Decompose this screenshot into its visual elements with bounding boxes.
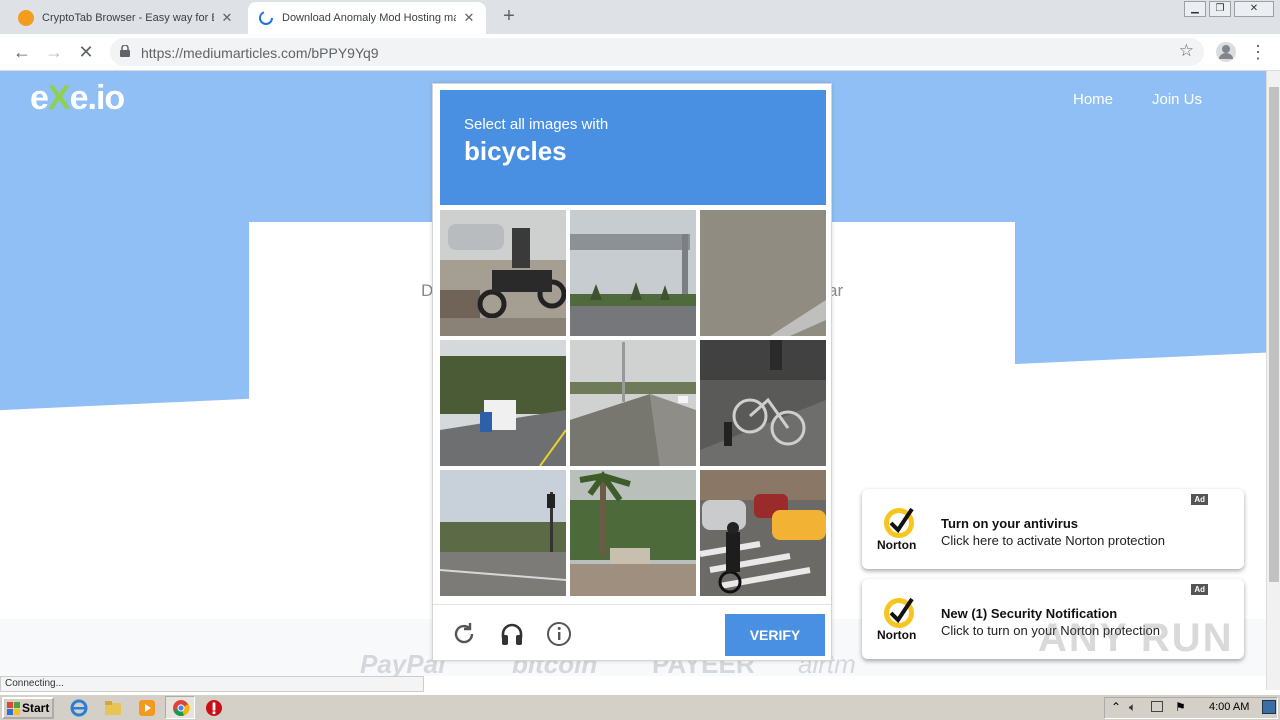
verify-button[interactable]: VERIFY	[725, 614, 825, 656]
cryptotab-favicon-icon	[18, 10, 34, 26]
captcha-tile-parked-bicycle[interactable]	[700, 340, 826, 466]
nav-join-link[interactable]: Join Us	[1152, 91, 1202, 108]
address-bar[interactable]: https://mediumarticles.com/bPPY9Yq9 ☆	[110, 38, 1204, 66]
show-hidden-icons-icon[interactable]: ⌃	[1111, 700, 1121, 714]
tab-download-anomaly[interactable]: Download Anomaly Mod Hosting ma: ✕	[248, 2, 486, 34]
ad-badge: Ad	[1191, 494, 1208, 505]
lock-icon	[120, 45, 130, 57]
windows-flag-icon	[7, 702, 20, 715]
browser-menu-icon[interactable]: ⋮	[1246, 40, 1270, 64]
norton-brand: Norton	[877, 538, 917, 552]
back-arrow-icon[interactable]: ←	[10, 40, 34, 64]
anyrun-watermark: ANY RUN	[1038, 616, 1234, 660]
start-button[interactable]: Start	[2, 697, 54, 719]
minimize-button[interactable]: ▁	[1184, 1, 1206, 17]
norton-notification-antivirus[interactable]: Norton Ad Turn on your antivirus Click h…	[862, 489, 1244, 569]
captcha-tile-motorcycle[interactable]	[440, 210, 566, 336]
media-player-icon[interactable]	[138, 699, 156, 717]
notification-title: Turn on your antivirus	[941, 516, 1078, 531]
chrome-icon	[173, 700, 190, 716]
action-center-flag-icon[interactable]: ⚑	[1175, 700, 1186, 714]
forward-arrow-icon[interactable]: →	[42, 40, 66, 64]
scrollbar-thumb[interactable]	[1269, 87, 1279, 582]
captcha-tile-overpass[interactable]	[570, 340, 696, 466]
captcha-image-grid	[440, 210, 826, 596]
loading-spinner-icon	[259, 11, 273, 25]
network-icon[interactable]	[1151, 701, 1163, 712]
system-tray: ⌃ 🔈︎ ⚑	[1104, 697, 1278, 719]
profile-avatar-icon[interactable]	[1215, 41, 1237, 63]
restore-button[interactable]: ❐	[1209, 1, 1231, 17]
info-icon[interactable]	[546, 621, 572, 647]
tab-title: CryptoTab Browser - Easy way for B	[42, 12, 214, 24]
captcha-tile-truck[interactable]	[440, 340, 566, 466]
tab-strip: CryptoTab Browser - Easy way for B ✕ Dow…	[0, 0, 1280, 34]
captcha-challenge: Select all images with bicycles VERIFY	[432, 83, 832, 661]
captcha-header: Select all images with bicycles	[440, 90, 826, 205]
close-window-button[interactable]: ✕	[1234, 1, 1274, 17]
audio-challenge-headphones-icon[interactable]	[499, 621, 525, 647]
captcha-tile-palm-entrance[interactable]	[570, 470, 696, 596]
refresh-icon[interactable]	[451, 621, 477, 647]
captcha-footer: VERIFY	[433, 604, 831, 661]
start-label: Start	[22, 701, 50, 715]
notification-subtitle: Click here to activate Norton protection	[941, 533, 1165, 548]
taskbar-clock[interactable]: 4:00 AM	[1209, 701, 1249, 713]
windows-taskbar: Start ⌃ 🔈︎ ⚑ 4:00 AM	[0, 694, 1280, 720]
status-bubble: Connecting...	[0, 676, 424, 692]
captcha-tile-highway-sign[interactable]	[570, 210, 696, 336]
captcha-target: bicycles	[464, 136, 567, 166]
internet-explorer-icon[interactable]	[70, 699, 88, 717]
browser-toolbar: ← → ✕ https://mediumarticles.com/bPPY9Yq…	[0, 34, 1280, 71]
tab-title: Download Anomaly Mod Hosting ma:	[282, 12, 456, 24]
close-tab-icon[interactable]: ✕	[220, 10, 234, 26]
show-desktop-button[interactable]	[1262, 700, 1276, 714]
file-explorer-icon[interactable]	[104, 699, 122, 717]
site-logo[interactable]: eXe.io	[30, 79, 125, 118]
chrome-taskbar-button[interactable]	[165, 696, 195, 719]
stop-loading-icon[interactable]: ✕	[74, 40, 98, 64]
tab-cryptotab[interactable]: CryptoTab Browser - Easy way for B ✕	[8, 2, 244, 34]
captcha-tile-road-surface[interactable]	[700, 210, 826, 336]
bookmark-star-icon[interactable]: ☆	[1179, 41, 1194, 61]
new-tab-button[interactable]: +	[498, 5, 520, 27]
ad-badge: Ad	[1191, 584, 1208, 595]
opera-icon[interactable]	[205, 699, 223, 717]
captcha-tile-cyclist[interactable]	[700, 470, 826, 596]
volume-icon[interactable]: 🔈︎	[1129, 700, 1136, 715]
url-text: https://mediumarticles.com/bPPY9Yq9	[141, 45, 379, 61]
captcha-instruction: Select all images with	[464, 116, 609, 133]
page-scrollbar[interactable]	[1266, 71, 1280, 690]
captcha-tile-intersection[interactable]	[440, 470, 566, 596]
norton-brand: Norton	[877, 628, 917, 642]
nav-home-link[interactable]: Home	[1073, 91, 1113, 108]
close-tab-icon[interactable]: ✕	[462, 10, 476, 26]
